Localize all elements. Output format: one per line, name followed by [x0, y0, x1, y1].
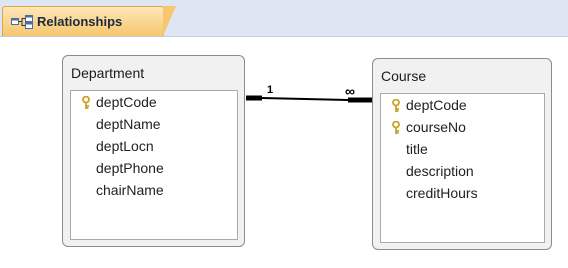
- field-name: deptPhone: [96, 160, 164, 176]
- field-name: deptLocn: [96, 138, 154, 154]
- table-course-field-list[interactable]: deptCode courseNo title description cred…: [380, 93, 545, 243]
- field-name: deptCode: [406, 97, 467, 113]
- field-row[interactable]: deptCode: [71, 92, 237, 114]
- field-row[interactable]: courseNo: [381, 117, 544, 139]
- primary-key-icon: [82, 96, 90, 109]
- table-department[interactable]: Department deptCode deptName deptLocn de…: [62, 55, 245, 247]
- field-name: title: [406, 141, 428, 157]
- field-name: description: [406, 163, 474, 179]
- field-name: deptCode: [96, 94, 157, 110]
- field-name: courseNo: [406, 119, 466, 135]
- field-row[interactable]: creditHours: [381, 183, 544, 205]
- field-row[interactable]: deptCode: [381, 95, 544, 117]
- relationship-join-line[interactable]: [261, 97, 349, 101]
- primary-key-icon: [392, 99, 400, 112]
- field-row[interactable]: deptPhone: [71, 158, 237, 180]
- field-row[interactable]: chairName: [71, 180, 237, 202]
- field-row[interactable]: deptLocn: [71, 136, 237, 158]
- table-department-title[interactable]: Department: [71, 65, 144, 81]
- field-name: creditHours: [406, 185, 478, 201]
- table-course-title[interactable]: Course: [381, 68, 426, 84]
- table-department-field-list[interactable]: deptCode deptName deptLocn deptPhone cha…: [70, 90, 238, 240]
- field-row[interactable]: title: [381, 139, 544, 161]
- field-row[interactable]: description: [381, 161, 544, 183]
- relationship-many-label: ∞: [345, 83, 355, 99]
- field-name: chairName: [96, 182, 164, 198]
- primary-key-icon: [392, 121, 400, 134]
- field-name: deptName: [96, 116, 161, 132]
- relationship-one-label: 1: [267, 84, 274, 96]
- table-course[interactable]: Course deptCode courseNo title descripti…: [372, 58, 552, 250]
- field-row[interactable]: deptName: [71, 114, 237, 136]
